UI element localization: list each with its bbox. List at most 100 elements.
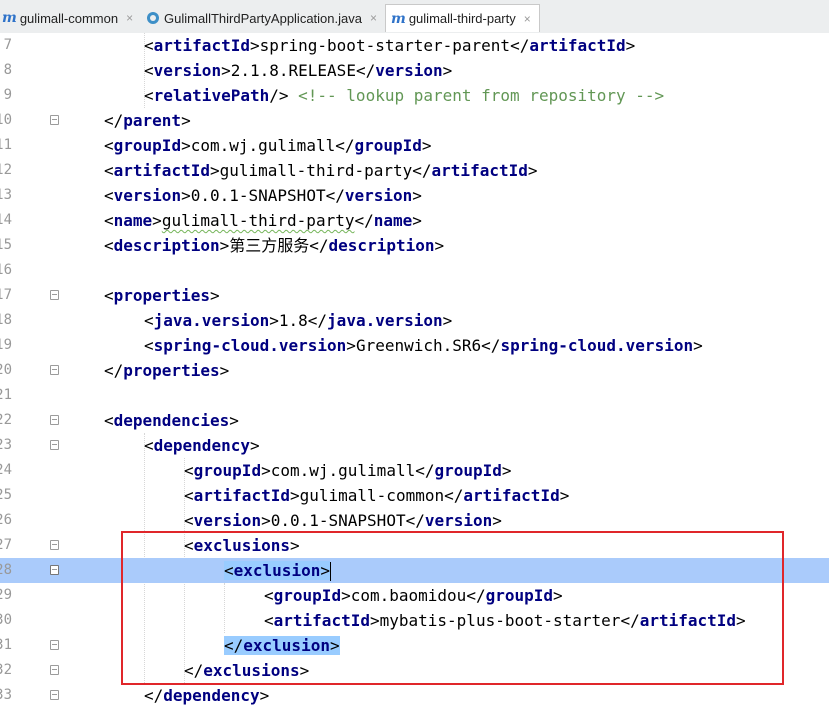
code-text: </exclusion> (224, 633, 340, 658)
code-line[interactable]: 8 <version>2.1.8.RELEASE</version> (0, 58, 829, 83)
code-line[interactable]: 17 <properties> (0, 283, 829, 308)
code-line[interactable]: 25<artifactId>gulimall-common</artifactI… (0, 483, 829, 508)
fold-toggle-icon[interactable] (50, 665, 59, 675)
xml-bracket: < (104, 211, 114, 230)
code-line[interactable]: 27 <exclusions> (0, 533, 829, 558)
code-line[interactable]: 12<artifactId>gulimall-third-party</arti… (0, 158, 829, 183)
text-caret (329, 562, 331, 581)
fold-toggle-icon[interactable] (50, 415, 59, 425)
code-line[interactable]: 20 </properties> (0, 358, 829, 383)
code-line[interactable]: 24<groupId>com.wj.gulimall</groupId> (0, 458, 829, 483)
code-line[interactable]: 30<artifactId>mybatis-plus-boot-starter<… (0, 608, 829, 633)
line-number: 15 (0, 237, 12, 253)
line-number: 23 (0, 437, 12, 453)
xml-bracket: > (209, 161, 220, 180)
xml-bracket: </ (415, 461, 435, 480)
code-text: </exclusions> (184, 658, 309, 683)
line-number: 25 (0, 487, 12, 503)
fold-toggle-icon[interactable] (50, 440, 59, 450)
xml-bracket: < (264, 586, 274, 605)
close-icon[interactable]: × (370, 11, 377, 25)
code-line[interactable]: 13<version>0.0.1-SNAPSHOT</version> (0, 183, 829, 208)
xml-bracket: < (144, 436, 154, 455)
code-line[interactable]: 31 </exclusion> (0, 633, 829, 658)
code-text: <description>第三方服务</description> (104, 233, 444, 258)
tab-gulimall-third-party[interactable]: m gulimall-third-party × (385, 4, 540, 32)
code-line[interactable]: 14<name>gulimall-third-party</name> (0, 208, 829, 233)
xml-bracket: < (144, 86, 154, 105)
code-line[interactable]: 32 </exclusions> (0, 658, 829, 683)
tab-gulimall-common[interactable]: m gulimall-common × (0, 4, 136, 32)
code-line[interactable]: 22 <dependencies> (0, 408, 829, 433)
code-text: <artifactId>mybatis-plus-boot-starter</a… (264, 608, 746, 633)
fold-toggle-icon[interactable] (50, 565, 59, 575)
xml-bracket: < (184, 461, 194, 480)
code-line[interactable]: 10 </parent> (0, 108, 829, 133)
xml-bracket-matched: > (320, 561, 330, 580)
fold-toggle-icon[interactable] (50, 290, 59, 300)
code-line[interactable]: 18<java.version>1.8</java.version> (0, 308, 829, 333)
code-text: <groupId>com.wj.gulimall</groupId> (104, 133, 432, 158)
xml-bracket: > (249, 36, 260, 55)
fold-toggle-icon[interactable] (50, 690, 59, 700)
xml-bracket: < (104, 286, 114, 305)
code-line[interactable]: 11<groupId>com.wj.gulimall</groupId> (0, 133, 829, 158)
xml-bracket: </ (325, 186, 345, 205)
xml-bracket: > (442, 61, 453, 80)
xml-text-value: com.wj.gulimall (190, 136, 336, 155)
xml-tag-name: description (328, 236, 435, 255)
code-line[interactable]: 15 <description>第三方服务</description> (0, 233, 829, 258)
xml-tag-name: groupId (193, 461, 262, 480)
tab-gulimall-third-party-application[interactable]: GulimallThirdPartyApplication.java × (142, 4, 382, 32)
code-line[interactable]: 23 <dependency> (0, 433, 829, 458)
code-line[interactable]: 26<version>0.0.1-SNAPSHOT</version> (0, 508, 829, 533)
code-line[interactable]: 9 <relativePath/> <!-- lookup parent from… (0, 83, 829, 108)
xml-tag-name: version (193, 511, 262, 530)
xml-bracket: > (299, 661, 310, 680)
fold-toggle-icon[interactable] (50, 640, 59, 650)
code-text: <dependencies> (104, 408, 239, 433)
xml-bracket: > (181, 136, 191, 155)
code-line[interactable]: 16 (0, 258, 829, 283)
close-icon[interactable]: × (524, 12, 531, 26)
code-line[interactable]: 19<spring-cloud.version>Greenwich.SR6</s… (0, 333, 829, 358)
tab-label: gulimall-third-party (408, 11, 516, 26)
line-number: 20 (0, 362, 12, 378)
xml-bracket: < (264, 611, 274, 630)
line-number: 31 (0, 637, 12, 653)
xml-comment: <!-- lookup parent from repository --> (288, 86, 665, 105)
code-line[interactable]: 29<groupId>com.baomidou</groupId> (0, 583, 829, 608)
fold-toggle-icon[interactable] (50, 115, 59, 125)
xml-bracket: > (421, 136, 432, 155)
code-line[interactable]: 28 <exclusion> (0, 558, 829, 583)
xml-bracket: </ (510, 36, 530, 55)
code-text: <spring-cloud.version>Greenwich.SR6</spr… (144, 333, 703, 358)
xml-tag-name: artifactId (113, 161, 210, 180)
xml-bracket: > (341, 586, 351, 605)
code-line[interactable]: 7 <artifactId>spring-boot-starter-parent<… (0, 33, 829, 58)
code-text: </dependency> (144, 683, 269, 708)
code-line[interactable]: 33 </dependency> (0, 683, 829, 708)
xml-bracket-matched: < (224, 561, 234, 580)
xml-bracket: < (104, 136, 114, 155)
xml-tag-name: artifactId (273, 611, 370, 630)
xml-tag-name: java.version (153, 311, 270, 330)
close-icon[interactable]: × (126, 11, 133, 25)
xml-bracket: > (221, 61, 231, 80)
fold-toggle-icon[interactable] (50, 365, 59, 375)
xml-bracket: > (412, 186, 422, 205)
xml-bracket: </ (354, 211, 374, 230)
xml-tag-name: artifactId (193, 486, 290, 505)
line-number: 24 (0, 462, 12, 478)
xml-tag-name: dependency (153, 436, 250, 455)
xml-bracket: > (181, 186, 191, 205)
xml-tag-name: groupId (113, 136, 182, 155)
xml-text-value: gulimall-third-party (161, 211, 355, 230)
xml-bracket: > (442, 311, 453, 330)
xml-bracket: </ (444, 486, 464, 505)
xml-text-value: com.wj.gulimall (270, 461, 416, 480)
code-editor[interactable]: 7 <artifactId>spring-boot-starter-parent<… (0, 33, 829, 714)
xml-tag-name: spring-cloud.version (153, 336, 347, 355)
fold-toggle-icon[interactable] (50, 540, 59, 550)
code-line[interactable]: 21 (0, 383, 829, 408)
